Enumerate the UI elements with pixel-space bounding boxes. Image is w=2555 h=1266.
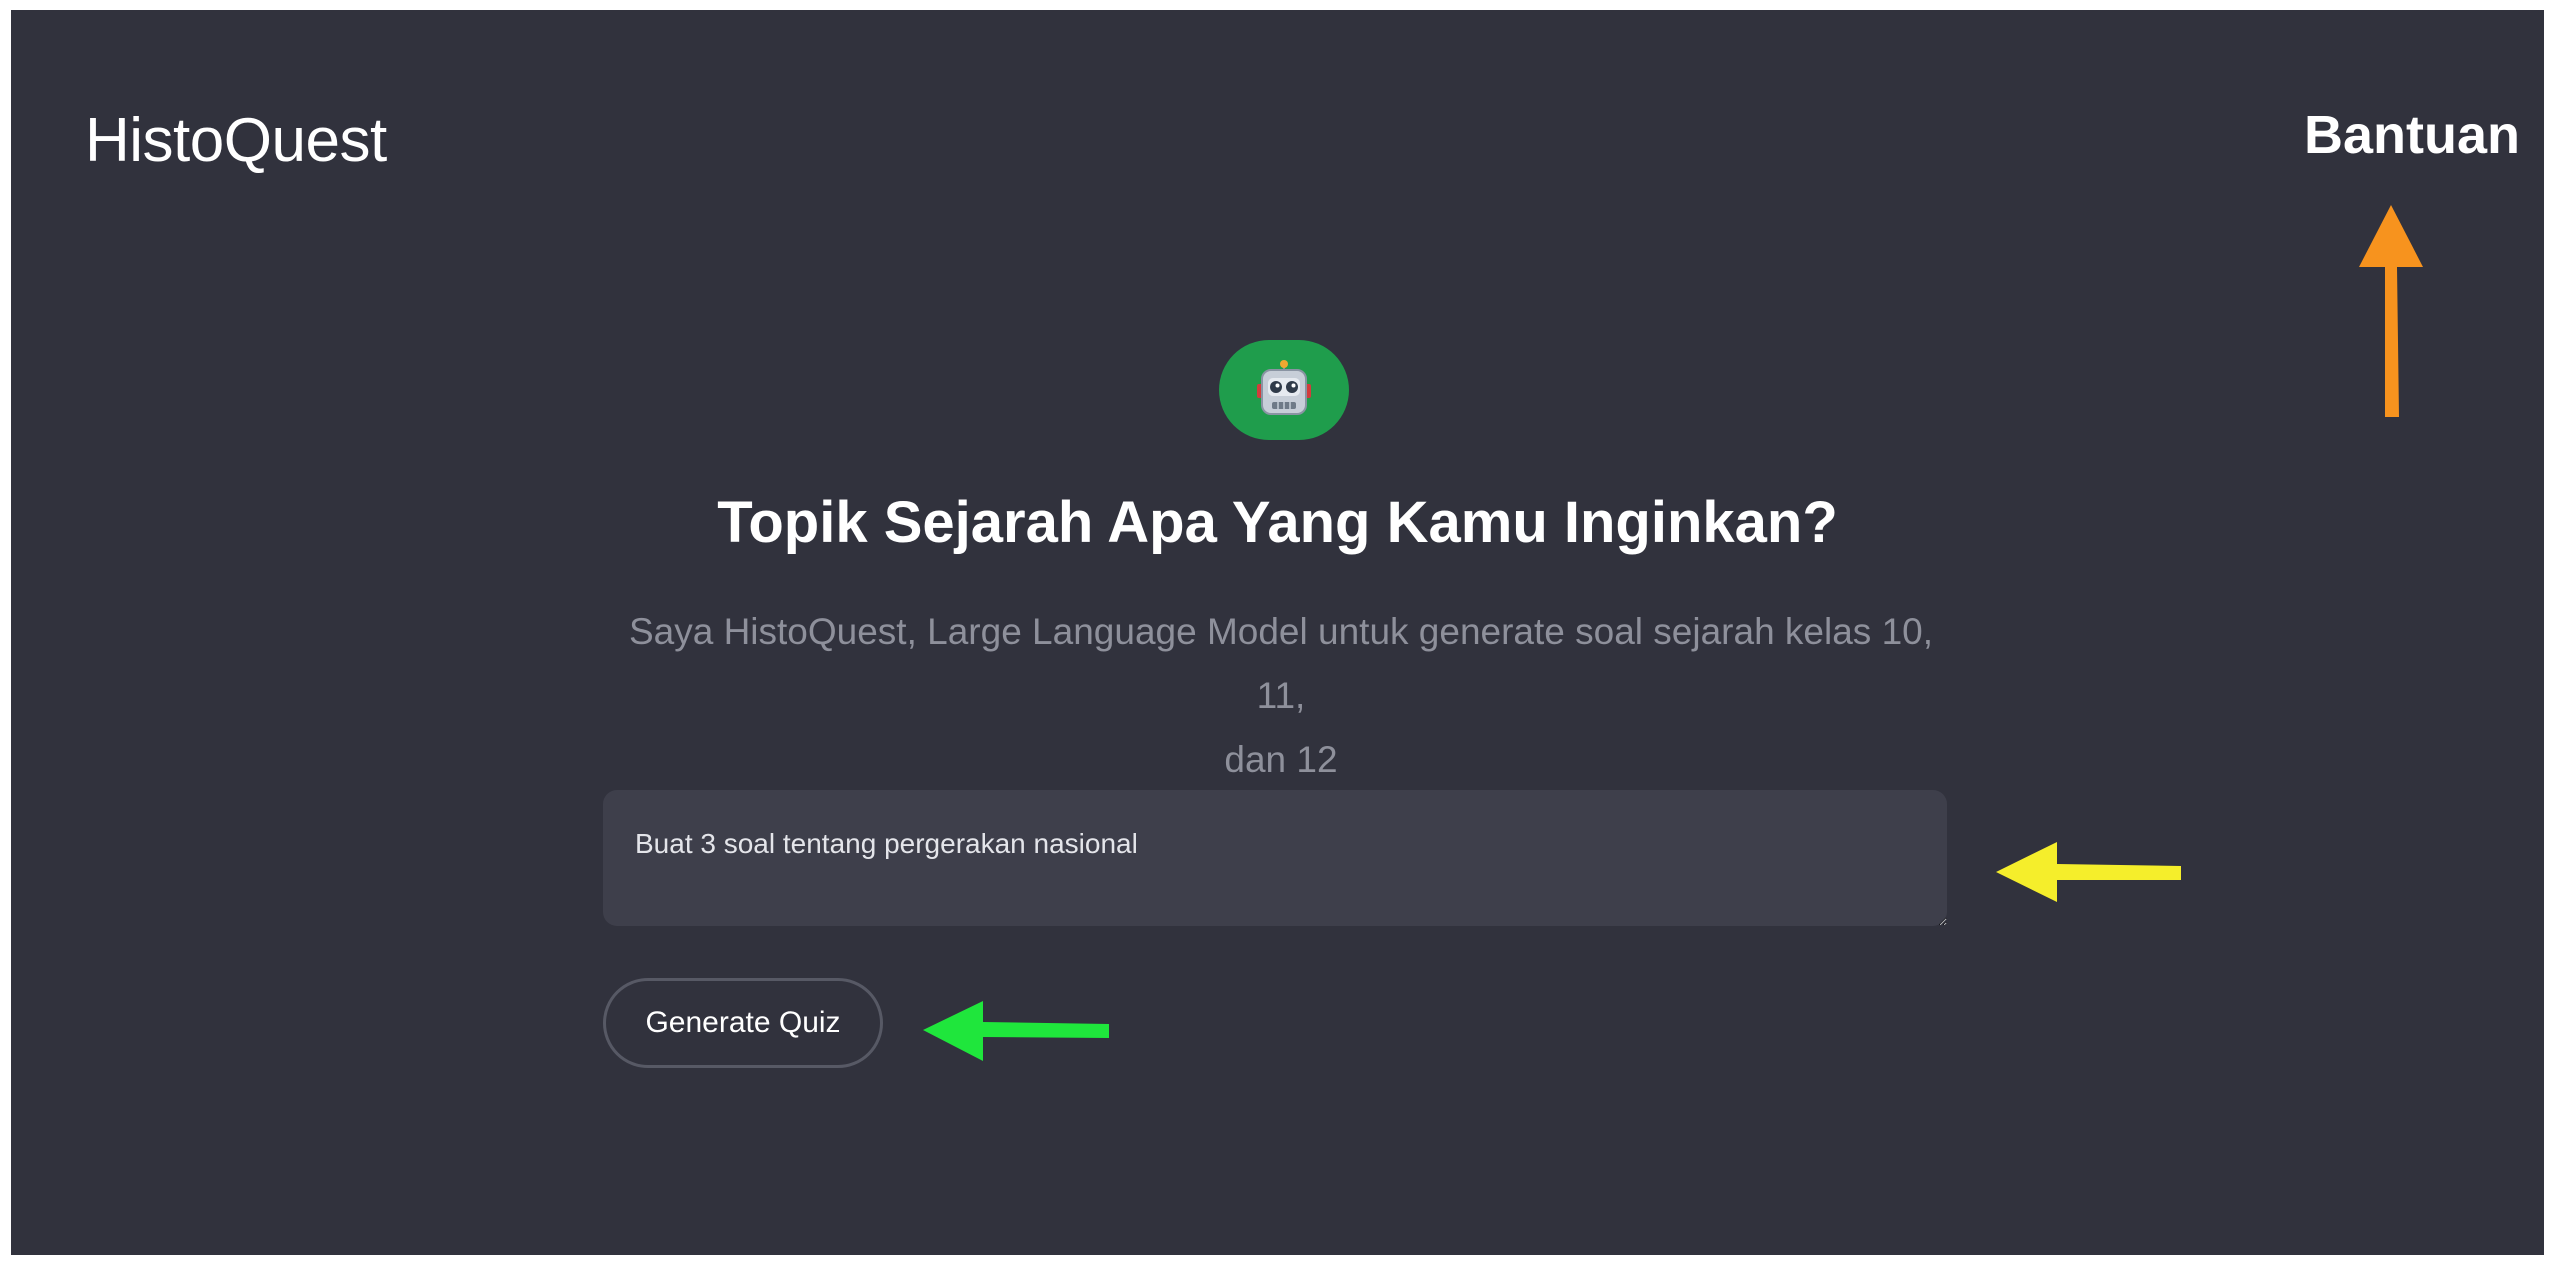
subtitle-line-2: dan 12 [1224,739,1338,780]
button-arrow-shape [923,1001,1109,1061]
assistant-avatar [1219,340,1349,440]
help-arrow-shape [2359,205,2423,417]
topic-prompt-input[interactable]: Buat 3 soal tentang pergerakan nasional [603,790,1947,926]
app-window: HistoQuest Bantuan Topik Sejarah Apa Yan… [11,10,2544,1255]
help-annotation-arrow [2359,205,2423,417]
prompt-annotation-arrow [1996,842,2181,902]
robot-icon [1257,360,1311,415]
help-link[interactable]: Bantuan [2304,108,2520,162]
prompt-arrow-shape [1996,842,2181,902]
page-subtitle: Saya HistoQuest, Large Language Model un… [601,600,1961,792]
button-annotation-arrow [923,1001,1109,1061]
generate-quiz-button[interactable]: Generate Quiz [603,978,883,1068]
subtitle-line-1: Saya HistoQuest, Large Language Model un… [628,611,1934,716]
page-title: Topik Sejarah Apa Yang Kamu Inginkan? [717,490,1838,555]
brand-logo: HistoQuest [85,106,387,175]
